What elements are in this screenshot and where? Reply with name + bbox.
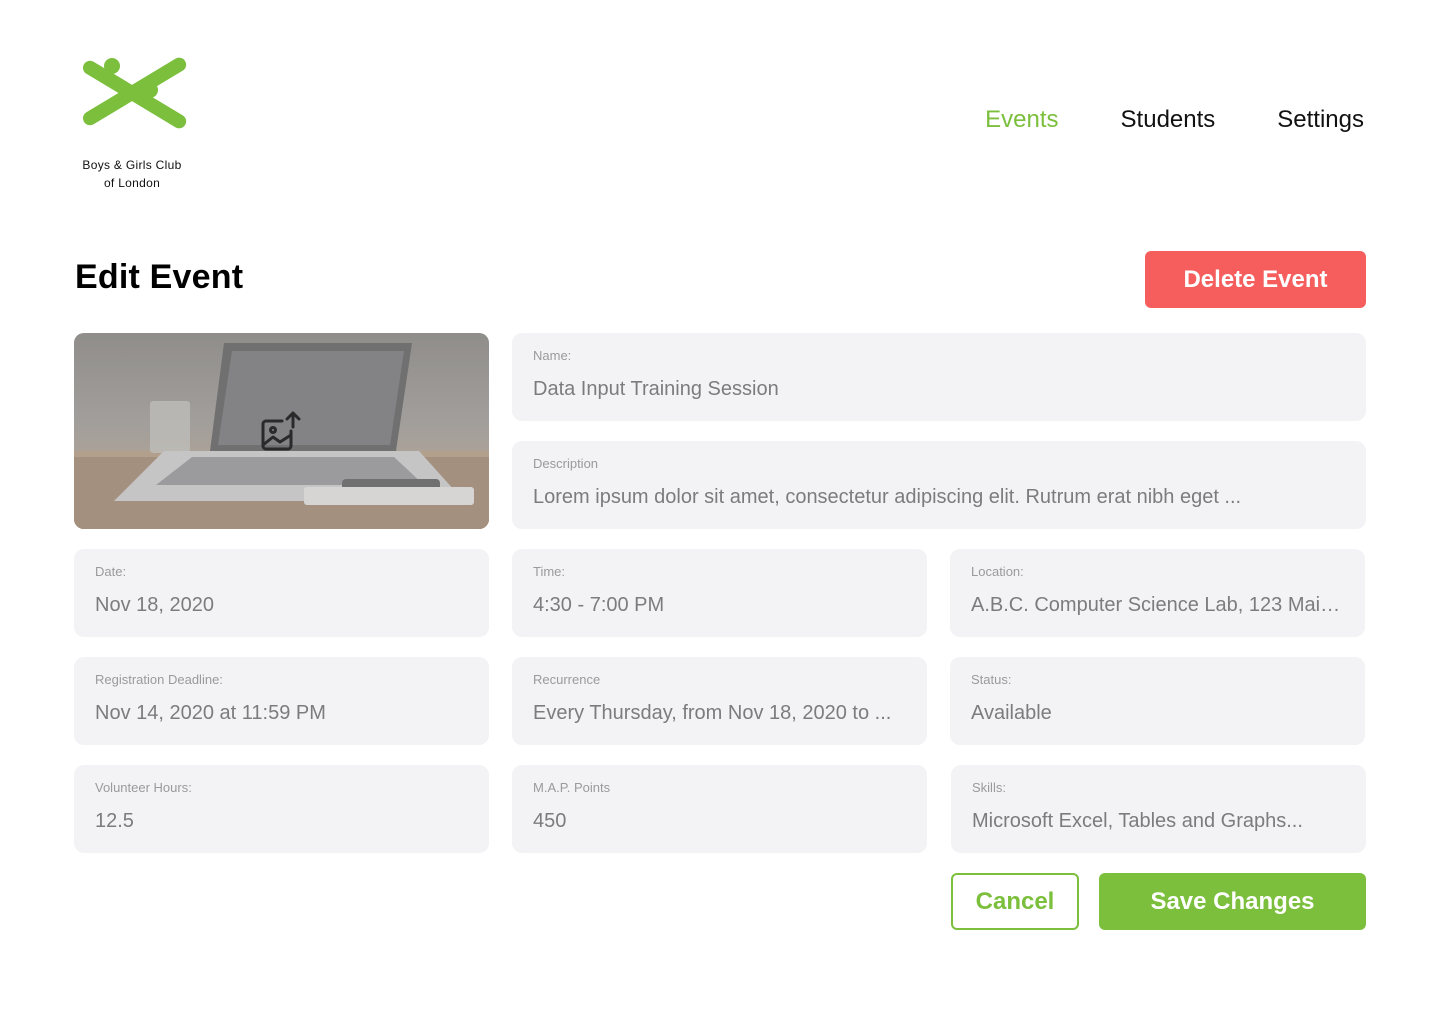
description-field[interactable]: Description Lorem ipsum dolor sit amet, … (512, 441, 1366, 529)
event-image-upload[interactable] (74, 333, 489, 529)
map-points-label: M.A.P. Points (533, 780, 611, 795)
club-name-line-1: Boys & Girls Club (82, 158, 182, 172)
skills-value: Microsoft Excel, Tables and Graphs... (972, 810, 1303, 832)
recurrence-value: Every Thursday, from Nov 18, 2020 to ... (533, 702, 892, 724)
registration-deadline-value: Nov 14, 2020 at 11:59 PM (95, 702, 326, 724)
registration-deadline-label: Registration Deadline: (95, 672, 223, 687)
save-changes-button[interactable]: Save Changes (1099, 873, 1366, 930)
main-nav: Events Students Settings (923, 106, 1364, 134)
description-label: Description (533, 456, 599, 471)
status-value: Available (971, 702, 1052, 724)
club-logo[interactable]: Boys & Girls Club of London (72, 56, 192, 190)
map-points-field[interactable]: M.A.P. Points 450 (512, 765, 927, 853)
recurrence-label: Recurrence (533, 672, 601, 687)
nav-students[interactable]: Students (1121, 106, 1216, 134)
location-field[interactable]: Location: A.B.C. Computer Science Lab, 1… (950, 549, 1365, 637)
date-field[interactable]: Date: Nov 18, 2020 (74, 549, 489, 637)
name-field[interactable]: Name: Data Input Training Session (512, 333, 1366, 421)
page-title: Edit Event (75, 258, 244, 296)
club-logo-mark-icon (82, 57, 187, 129)
description-value: Lorem ipsum dolor sit amet, consectetur … (533, 486, 1242, 508)
name-value: Data Input Training Session (533, 378, 779, 400)
date-value: Nov 18, 2020 (95, 594, 214, 616)
time-value: 4:30 - 7:00 PM (533, 594, 665, 616)
volunteer-hours-value: 12.5 (95, 810, 134, 832)
volunteer-hours-field[interactable]: Volunteer Hours: 12.5 (74, 765, 489, 853)
club-name-line-2: of London (103, 176, 161, 190)
location-value: A.B.C. Computer Science Lab, 123 Main... (971, 594, 1344, 616)
image-upload-icon[interactable] (260, 411, 302, 458)
location-label: Location: (971, 564, 1024, 579)
cancel-button[interactable]: Cancel (951, 873, 1079, 930)
registration-deadline-field[interactable]: Registration Deadline: Nov 14, 2020 at 1… (74, 657, 489, 745)
nav-settings[interactable]: Settings (1277, 106, 1364, 134)
skills-field[interactable]: Skills: Microsoft Excel, Tables and Grap… (951, 765, 1366, 853)
status-field[interactable]: Status: Available (950, 657, 1365, 745)
time-label: Time: (533, 564, 566, 579)
time-field[interactable]: Time: 4:30 - 7:00 PM (512, 549, 927, 637)
status-label: Status: (971, 672, 1012, 687)
map-points-value: 450 (533, 810, 567, 832)
nav-events[interactable]: Events (985, 106, 1058, 134)
volunteer-hours-label: Volunteer Hours: (95, 780, 192, 795)
delete-event-button[interactable]: Delete Event (1145, 251, 1366, 308)
name-label: Name: (533, 348, 572, 363)
recurrence-field[interactable]: Recurrence Every Thursday, from Nov 18, … (512, 657, 927, 745)
club-name: Boys & Girls Club of London (72, 156, 192, 192)
skills-label: Skills: (972, 780, 1006, 795)
date-label: Date: (95, 564, 127, 579)
